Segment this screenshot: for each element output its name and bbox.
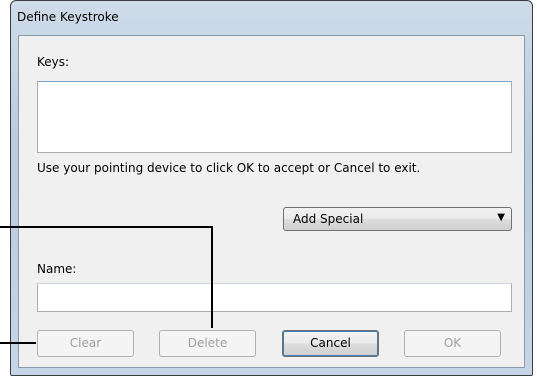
name-label: Name: [37, 262, 77, 276]
define-keystroke-dialog: Define Keystroke Keys: Use your pointing… [10, 0, 533, 376]
keys-label: Keys: [37, 55, 70, 69]
dialog-client-area: Keys: Use your pointing device to click … [18, 35, 525, 368]
delete-button[interactable]: Delete [159, 330, 256, 357]
clear-button[interactable]: Clear [37, 330, 134, 357]
callout-line-delete-horizontal [0, 226, 213, 228]
callout-line-clear [0, 342, 36, 344]
keys-field[interactable] [37, 81, 512, 153]
name-field[interactable] [37, 283, 512, 312]
add-special-dropdown[interactable]: Add Special ▼ [283, 207, 512, 231]
window-title: Define Keystroke [17, 10, 119, 24]
cancel-button[interactable]: Cancel [282, 330, 379, 357]
dropdown-arrow-icon: ▼ [497, 212, 505, 223]
ok-button[interactable]: OK [404, 330, 501, 357]
add-special-selected: Add Special [293, 212, 364, 226]
instructions-text: Use your pointing device to click OK to … [37, 161, 421, 175]
callout-line-delete-vertical [211, 226, 213, 328]
title-bar[interactable]: Define Keystroke [11, 1, 532, 35]
